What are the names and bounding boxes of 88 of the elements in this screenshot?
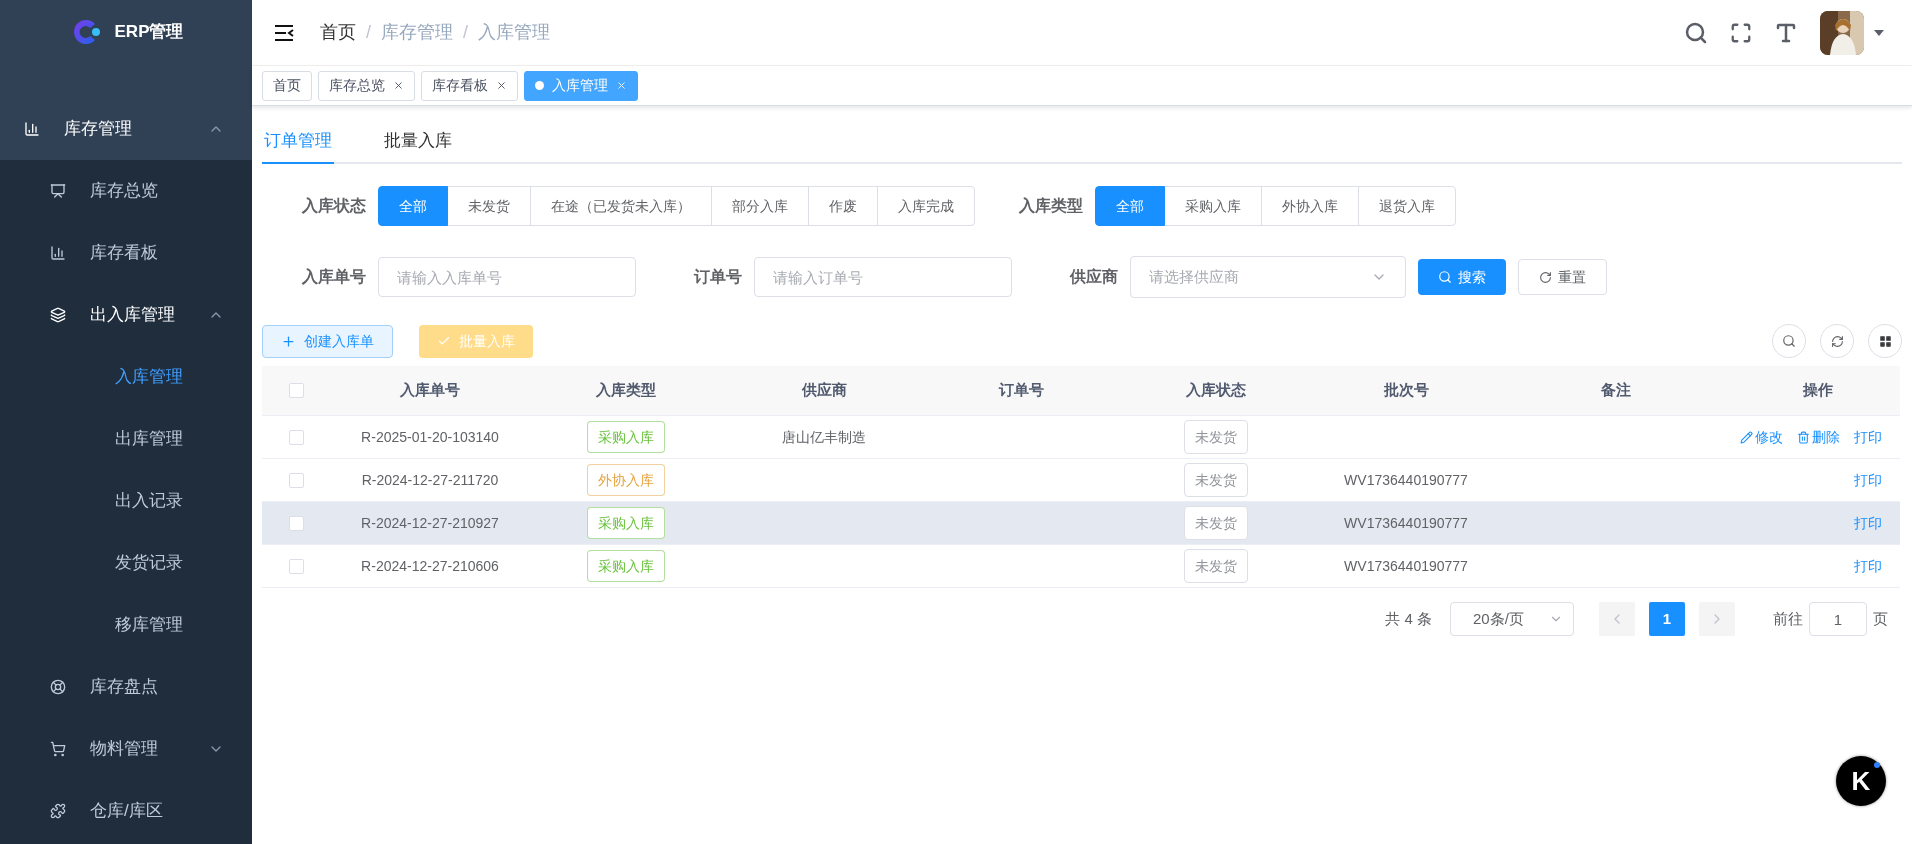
search-icon[interactable] [1684,20,1708,45]
column-header: 供应商 [801,380,847,401]
table-cell: 唐山亿丰制造 [782,428,866,445]
close-icon[interactable] [496,80,507,91]
filter-label: 入库状态 [302,196,366,216]
filter-label: 入库类型 [1019,196,1083,216]
page-input[interactable]: 1 [1809,602,1867,636]
menu-icon [50,245,66,261]
table-cell-text: R-2024-12-27-210606 [361,556,499,576]
type-tag: 采购入库 [587,550,665,582]
print-link[interactable]: 打印 [1854,426,1882,448]
status-tag: 未发货 [1184,420,1248,454]
floating-button[interactable]: K [1836,756,1886,806]
refresh-icon [1539,270,1552,284]
delete-link[interactable]: 删除 [1797,426,1840,448]
checkbox[interactable] [288,558,304,574]
filter-option[interactable]: 退货入库 [1358,186,1456,226]
type-tag: 采购入库 [587,507,665,539]
column-header: 操作 [1803,380,1833,401]
sidebar-item[interactable]: 库存管理 [0,98,252,160]
column-header: 入库单号 [400,380,460,401]
breadcrumb-separator: / [463,21,469,44]
column-header: 入库类型 [596,380,656,401]
type-tag: 外协入库 [587,464,665,496]
type-tag: 采购入库 [587,421,665,453]
print-link[interactable]: 打印 [1854,469,1882,491]
total-count: 共 4 条 [1385,608,1432,629]
dropdown-caret-icon[interactable] [1874,29,1884,36]
table-cell: WV1736440190777 [1344,471,1468,488]
menu-icon [50,741,66,757]
table-cell: WV1736440190777 [1344,514,1468,531]
tab[interactable]: 批量入库 [382,120,454,164]
checkbox[interactable] [288,383,304,398]
pencil-icon [1740,430,1753,444]
menu-toggle-icon[interactable] [274,23,294,42]
table-cell-text: R-2024-12-27-210927 [361,513,499,533]
breadcrumb-item[interactable]: 首页 [320,19,356,46]
checkbox[interactable] [288,515,304,531]
filter-option[interactable]: 入库完成 [877,186,975,226]
table-cell-text: R-2025-01-20-103140 [361,427,499,447]
close-icon[interactable] [393,80,404,91]
field-label: 订单号 [694,267,742,287]
menu-icon [50,183,66,199]
column-header: 订单号 [998,380,1044,401]
tag-tab[interactable]: 库存总览 [318,70,415,101]
check-icon [437,334,451,348]
filter-option[interactable]: 在途（已发货未入库） [530,186,712,226]
column-header: 备注 [1601,380,1631,401]
status-tag: 未发货 [1184,549,1248,583]
search-icon [1438,270,1452,284]
tag-tab[interactable]: 库存看板 [421,70,518,101]
filter-option[interactable]: 外协入库 [1261,186,1359,226]
breadcrumb-separator: / [366,21,371,44]
checkbox[interactable] [288,429,304,445]
status-tag: 未发货 [1184,463,1248,497]
column-header: 批次号 [1383,380,1429,401]
page-suffix: 页 [1873,608,1888,629]
goto-label: 前往 [1773,608,1803,629]
input-field[interactable]: 请输入订单号 [754,257,1012,297]
trash-icon [1797,430,1810,444]
breadcrumb-item: 入库管理 [478,21,551,44]
field-label: 入库单号 [302,267,366,287]
filter-option[interactable]: 采购入库 [1164,186,1262,226]
edit-link[interactable]: 修改 [1740,426,1783,448]
table-row[interactable]: R-2024-12-27-210927 采购入库 未发货 WV1736440190777 打印 [262,502,1900,545]
menu-icon [24,121,40,137]
fullscreen-icon[interactable] [1730,21,1752,44]
print-link[interactable]: 打印 [1854,555,1882,577]
table-cell-text: R-2024-12-27-211720 [361,470,499,490]
tab[interactable]: 订单管理 [262,120,334,164]
input-field[interactable]: 请输入入库单号 [378,257,636,297]
page-size-select[interactable]: 20条/页 [1450,602,1574,636]
table-cell: WV1736440190777 [1344,557,1468,574]
plus-icon [281,333,296,349]
filter-option[interactable]: 部分入库 [711,186,809,226]
field-label: 供应商 [1070,267,1118,287]
filter-option[interactable]: 作废 [808,186,878,226]
menu-icon [50,679,66,695]
app-title: ERP管理 [114,21,184,43]
filter-option[interactable]: 未发货 [447,186,531,226]
breadcrumb-item: 库存管理 [381,21,453,44]
column-header: 入库状态 [1186,380,1246,401]
status-tag: 未发货 [1184,506,1248,540]
tag-tab[interactable]: 首页 [262,70,312,101]
menu-icon [50,307,66,323]
checkbox[interactable] [288,472,304,488]
menu-icon [50,803,66,819]
reset-button[interactable]: 重置 [1518,259,1607,295]
